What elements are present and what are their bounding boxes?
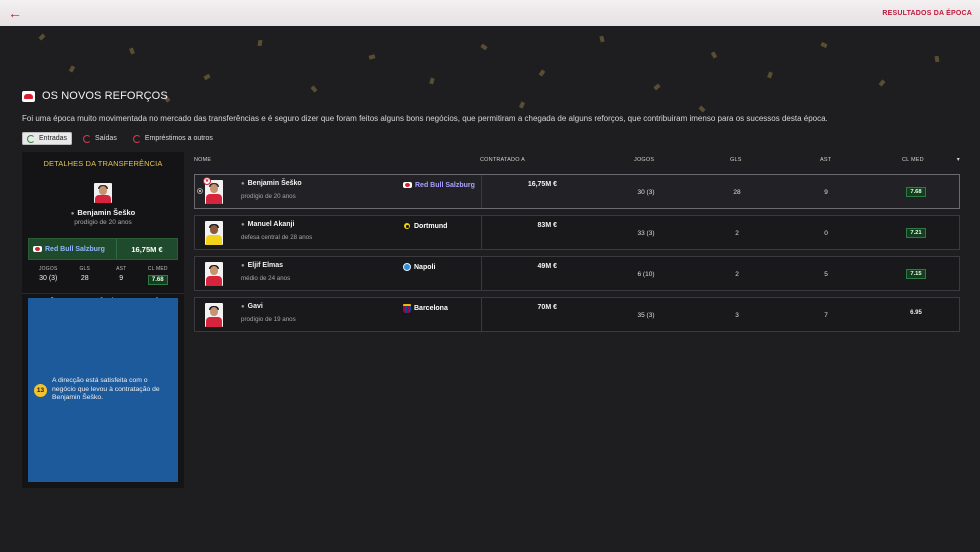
row-games: 30 (3) [637, 189, 655, 196]
row-radio[interactable] [197, 188, 203, 194]
dortmund-crest-icon [403, 222, 411, 230]
red-bull-crest-icon [403, 181, 412, 189]
back-arrow-icon[interactable]: ← [8, 6, 22, 20]
rating-badge: 7.68 [147, 275, 168, 285]
row-player-name[interactable]: ● Benjamin Šeško [241, 180, 302, 187]
details-player-desc: prodígio de 20 anos [74, 219, 132, 226]
row-assists: 5 [824, 271, 828, 278]
row-games: 33 (3) [637, 230, 655, 237]
stat-goals: GLS 28 [79, 266, 91, 282]
col-gls[interactable]: GLS [730, 157, 742, 163]
table-row[interactable]: ● Eljif Elmas médio de 24 anos Napoli 49M… [194, 256, 960, 291]
season-results-link[interactable]: RESULTADOS DA ÉPOCA [882, 10, 972, 17]
deal-club[interactable]: Red Bull Salzburg [29, 239, 117, 259]
person-icon: ● [241, 304, 245, 310]
sort-down-icon[interactable]: ▾ [957, 156, 960, 163]
top-bar: ← RESULTADOS DA ÉPOCA [0, 0, 980, 26]
col-contracted[interactable]: CONTRATADO A [480, 157, 525, 163]
row-club[interactable]: Dortmund [403, 222, 447, 230]
row-goals: 28 [733, 189, 741, 196]
row-player-desc: médio de 24 anos [241, 275, 291, 282]
row-goals: 2 [735, 271, 739, 278]
row-club[interactable]: Red Bull Salzburg [403, 181, 475, 189]
details-stats: JOGOS 30 (3) GLS 28 AST 9 CL MED 7.68 [30, 266, 176, 285]
row-player-name[interactable]: ● Manuel Akanji [241, 221, 294, 228]
row-rating: 7.68 [895, 187, 937, 197]
player-portrait [205, 262, 223, 286]
row-rating: 7.15 [895, 269, 937, 279]
refresh-icon [27, 134, 35, 143]
filter-saidas[interactable]: Saídas [78, 132, 122, 145]
new-badge-icon: ★ [203, 177, 211, 185]
row-rating: 7.21 [895, 228, 937, 238]
row-fee: 83M € [537, 222, 557, 229]
player-portrait [205, 303, 223, 327]
stat-assists: AST 9 [116, 266, 127, 282]
person-icon: ● [241, 181, 245, 187]
board-reaction-card: 13 A direcção está satisfeita com o negó… [28, 298, 178, 482]
refresh-icon [83, 134, 92, 143]
row-club[interactable]: Napoli [403, 263, 435, 271]
person-icon: ● [241, 222, 245, 228]
row-player-desc: prodígio de 19 anos [241, 316, 296, 323]
row-fee: 70M € [537, 304, 557, 311]
intro-text: Foi uma época muito movimentada no merca… [22, 114, 828, 123]
row-club[interactable]: Barcelona [403, 304, 448, 313]
person-icon: ● [70, 211, 75, 217]
row-assists: 7 [824, 312, 828, 319]
napoli-crest-icon [403, 263, 411, 271]
row-fee: 16,75M € [527, 181, 557, 188]
details-player-name[interactable]: ● Benjamin Šeško [22, 208, 184, 217]
board-number-badge: 13 [34, 383, 47, 397]
col-games[interactable]: JOGOS [634, 157, 654, 163]
transfer-details-panel: DETALHES DA TRANSFERÊNCIA ● Benjamin Šešk… [22, 152, 184, 488]
table-row[interactable]: ★ ● Benjamin Šeško prodígio de 20 anos Re… [194, 174, 960, 209]
barcelona-crest-icon [403, 304, 411, 313]
filter-emprestimos[interactable]: Empréstimos a outros [128, 132, 218, 145]
row-assists: 9 [824, 189, 828, 196]
row-games: 6 (10) [637, 271, 655, 278]
player-portrait [205, 221, 223, 245]
transfers-table-header: NOME CONTRATADO A JOGOS GLS AST CL MED ▾ [194, 156, 960, 166]
details-title: DETALHES DA TRANSFERÊNCIA [43, 159, 163, 168]
transfer-filters: Entradas Saídas Empréstimos a outros [22, 132, 218, 145]
stat-rating: CL MED 7.68 [147, 266, 168, 285]
row-player-name[interactable]: ● Gavi [241, 303, 263, 310]
row-goals: 2 [735, 230, 739, 237]
refresh-icon [132, 134, 141, 143]
row-player-name[interactable]: ● Eljif Elmas [241, 262, 283, 269]
person-icon: ● [241, 263, 245, 269]
table-row[interactable]: ● Gavi prodígio de 19 anos Barcelona 70M … [194, 297, 960, 332]
row-fee: 49M € [537, 263, 557, 270]
filter-entradas[interactable]: Entradas [22, 132, 73, 145]
section-header: OS NOVOS REFORÇOS [22, 90, 168, 102]
col-rating[interactable]: CL MED [902, 157, 924, 163]
deal-summary: Red Bull Salzburg 16,75M € [28, 238, 178, 260]
club-crest-icon [22, 90, 35, 102]
row-games: 35 (3) [637, 312, 655, 319]
row-rating: 6.95 [910, 310, 922, 316]
col-ast[interactable]: AST [820, 157, 831, 163]
section-title: OS NOVOS REFORÇOS [42, 90, 168, 102]
col-name[interactable]: NOME [194, 157, 211, 163]
row-assists: 0 [824, 230, 828, 237]
red-bull-crest-icon [33, 245, 42, 253]
row-goals: 3 [735, 312, 739, 319]
table-row[interactable]: ● Manuel Akanji defesa central de 28 anos… [194, 215, 960, 250]
row-player-desc: defesa central de 28 anos [241, 234, 313, 241]
player-portrait [94, 183, 112, 203]
deal-fee: 16,75M € [131, 244, 163, 254]
row-player-desc: prodígio de 20 anos [241, 193, 296, 200]
stat-games: JOGOS 30 (3) [38, 266, 58, 282]
confetti-decoration [0, 26, 980, 146]
board-reaction-text: A direcção está satisfeita com o negócio… [52, 376, 160, 402]
